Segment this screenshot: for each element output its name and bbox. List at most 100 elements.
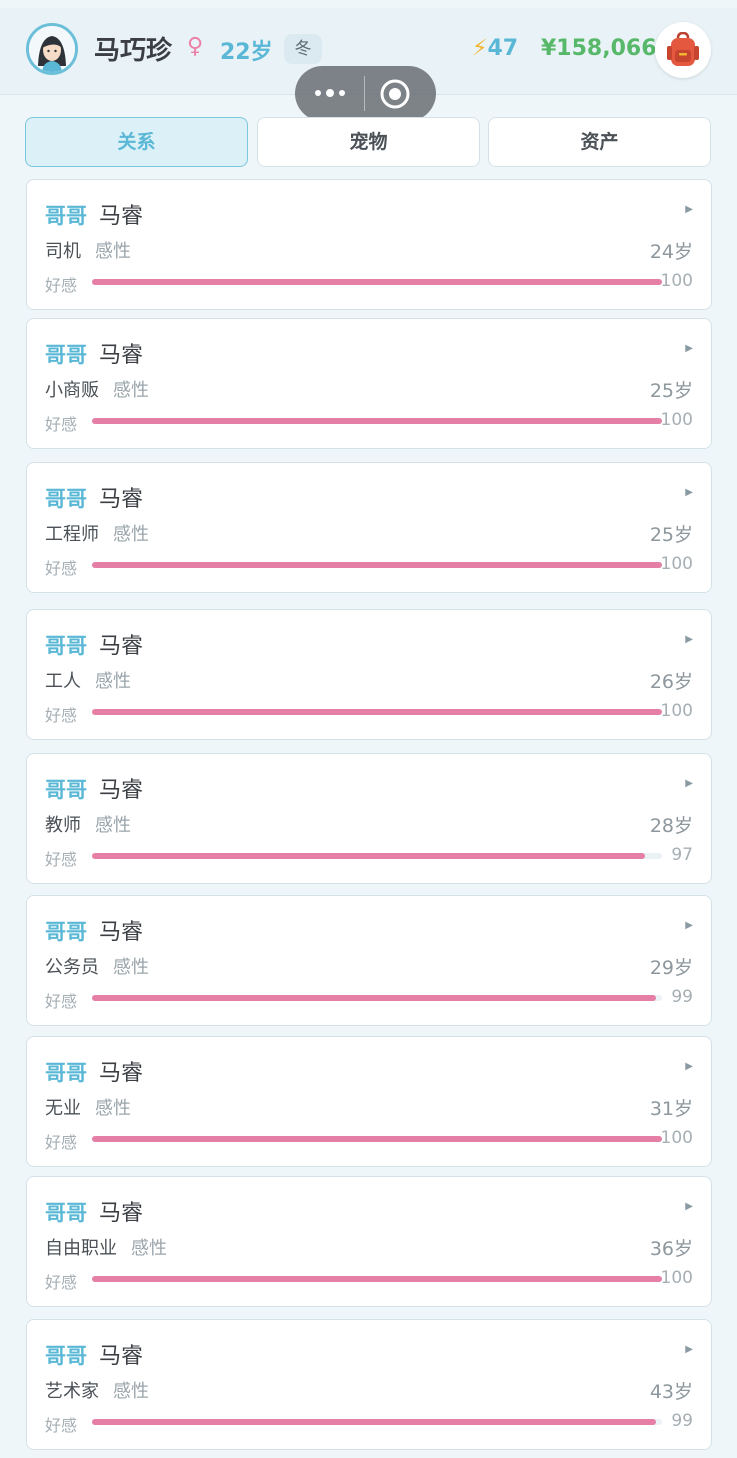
player-age: 22岁	[220, 40, 273, 65]
relation-card[interactable]: 哥哥 马睿 ▶ 艺术家 感性 43岁 好感 99	[26, 1319, 712, 1450]
favor-value: 100	[660, 701, 693, 721]
person-trait: 感性	[95, 815, 131, 836]
person-job-line: 工程师 感性	[45, 520, 149, 546]
person-trait: 感性	[113, 524, 149, 545]
triangle-right-icon[interactable]: ▶	[685, 634, 693, 645]
person-age: 36岁	[649, 1238, 693, 1260]
person-trait: 感性	[95, 241, 131, 262]
favor-value: 100	[660, 1128, 693, 1148]
relation-card[interactable]: 哥哥 马睿 ▶ 教师 感性 28岁 好感 97	[26, 753, 712, 884]
capsule-target-icon[interactable]	[379, 78, 411, 110]
favor-value: 99	[671, 987, 693, 1007]
favor-value: 99	[671, 1411, 693, 1431]
relation-card[interactable]: 哥哥 马睿 ▶ 公务员 感性 29岁 好感 99	[26, 895, 712, 1026]
triangle-right-icon[interactable]: ▶	[685, 778, 693, 789]
favor-value: 100	[660, 271, 693, 291]
favor-bar-fill	[92, 1136, 662, 1142]
favor-bar	[92, 279, 662, 285]
favor-bar-fill	[92, 1276, 662, 1282]
favor-value: 97	[671, 845, 693, 865]
person-age: 25岁	[649, 380, 693, 402]
person-trait: 感性	[131, 1238, 167, 1259]
person-job: 无业	[45, 1098, 81, 1119]
person-name: 马睿	[99, 487, 144, 512]
relation-type: 哥哥	[45, 634, 87, 658]
triangle-right-icon[interactable]: ▶	[685, 487, 693, 498]
gender-female-icon: ♀	[187, 34, 204, 59]
person-job-line: 司机 感性	[45, 237, 131, 263]
person-trait: 感性	[113, 957, 149, 978]
backpack-button[interactable]	[655, 22, 711, 78]
triangle-right-icon[interactable]: ▶	[685, 1344, 693, 1355]
favor-label: 好感	[45, 1416, 78, 1435]
favor-bar-fill	[92, 418, 662, 424]
person-job-line: 艺术家 感性	[45, 1377, 149, 1403]
person-name: 马睿	[99, 1344, 144, 1369]
favor-label: 好感	[45, 1133, 78, 1152]
person-age: 24岁	[649, 241, 693, 263]
favor-bar-fill	[92, 279, 662, 285]
person-job: 自由职业	[45, 1238, 117, 1259]
person-job: 工人	[45, 671, 81, 692]
person-job-line: 公务员 感性	[45, 953, 149, 979]
person-job-line: 教师 感性	[45, 811, 131, 837]
tab-bar: 关系 宠物 资产	[25, 117, 712, 169]
mini-program-capsule	[295, 66, 436, 121]
favor-label: 好感	[45, 276, 78, 295]
triangle-right-icon[interactable]: ▶	[685, 204, 693, 215]
season-badge: 冬	[284, 34, 322, 64]
relation-card[interactable]: 哥哥 马睿 ▶ 小商贩 感性 25岁 好感 100	[26, 318, 712, 449]
player-name: 马巧珍	[94, 36, 173, 66]
money-balance: ¥158,066	[541, 36, 657, 61]
favor-bar	[92, 1276, 662, 1282]
relation-type: 哥哥	[45, 1061, 87, 1085]
relation-card[interactable]: 哥哥 马睿 ▶ 自由职业 感性 36岁 好感 100	[26, 1176, 712, 1307]
relation-card[interactable]: 哥哥 马睿 ▶ 工人 感性 26岁 好感 100	[26, 609, 712, 740]
person-age: 43岁	[649, 1381, 693, 1403]
favor-bar	[92, 853, 662, 859]
favor-label: 好感	[45, 992, 78, 1011]
favor-bar	[92, 1419, 662, 1425]
triangle-right-icon[interactable]: ▶	[685, 1201, 693, 1212]
avatar[interactable]	[26, 23, 78, 75]
person-job: 艺术家	[45, 1381, 99, 1402]
relation-type: 哥哥	[45, 487, 87, 511]
triangle-right-icon[interactable]: ▶	[685, 343, 693, 354]
favor-value: 100	[660, 1268, 693, 1288]
female-avatar-icon	[29, 26, 75, 72]
person-age: 29岁	[649, 957, 693, 979]
more-dots-icon[interactable]	[313, 80, 347, 106]
backpack-icon	[667, 32, 699, 66]
tab-relations[interactable]: 关系	[25, 117, 248, 167]
relation-card[interactable]: 哥哥 马睿 ▶ 工程师 感性 25岁 好感 100	[26, 462, 712, 593]
favor-bar-fill	[92, 1419, 657, 1425]
relation-type: 哥哥	[45, 343, 87, 367]
triangle-right-icon[interactable]: ▶	[685, 1061, 693, 1072]
favor-bar-fill	[92, 709, 662, 715]
person-name: 马睿	[99, 1061, 144, 1086]
person-job-line: 小商贩 感性	[45, 376, 149, 402]
person-job: 公务员	[45, 957, 99, 978]
triangle-right-icon[interactable]: ▶	[685, 920, 693, 931]
person-age: 31岁	[649, 1098, 693, 1120]
person-name: 马睿	[99, 204, 144, 229]
favor-bar	[92, 995, 662, 1001]
relation-type: 哥哥	[45, 920, 87, 944]
relation-card[interactable]: 哥哥 马睿 ▶ 司机 感性 24岁好感 100	[26, 179, 712, 310]
relation-card[interactable]: 哥哥 马睿 ▶ 无业 感性 31岁 好感 100	[26, 1036, 712, 1167]
person-name: 马睿	[99, 343, 144, 368]
person-job: 司机	[45, 241, 81, 262]
favor-value: 100	[660, 410, 693, 430]
favor-value: 100	[660, 554, 693, 574]
favor-bar-fill	[92, 995, 657, 1001]
person-trait: 感性	[95, 671, 131, 692]
person-trait: 感性	[113, 1381, 149, 1402]
tab-assets[interactable]: 资产	[488, 117, 711, 167]
person-job-line: 工人 感性	[45, 667, 131, 693]
person-age: 26岁	[649, 671, 693, 693]
relation-type: 哥哥	[45, 204, 87, 228]
tab-pets[interactable]: 宠物	[257, 117, 480, 167]
relation-type: 哥哥	[45, 778, 87, 802]
person-age: 28岁	[649, 815, 693, 837]
favor-bar	[92, 709, 662, 715]
